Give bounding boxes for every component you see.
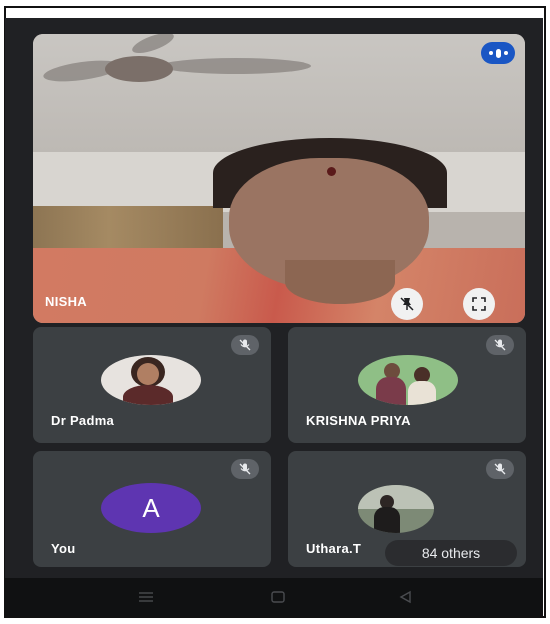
avatar	[358, 485, 434, 533]
participant-name: Dr Padma	[51, 413, 115, 428]
main-speaker-name: NISHA	[45, 294, 87, 309]
avatar	[358, 355, 458, 405]
mic-off-icon	[494, 463, 506, 475]
participant-tile[interactable]: KRISHNA PRIYA	[288, 327, 526, 443]
more-options-icon	[503, 51, 508, 55]
muted-indicator	[486, 459, 514, 479]
muted-indicator	[231, 335, 259, 355]
self-avatar: A	[101, 483, 201, 533]
ceiling-fan-hub	[105, 56, 173, 82]
participant-name: You	[51, 541, 76, 556]
participant-name: KRISHNA PRIYA	[306, 413, 411, 428]
unpin-icon	[400, 297, 414, 311]
others-count-button[interactable]: 84 others	[385, 540, 517, 566]
system-nav-bar	[5, 578, 543, 616]
meet-screen: NISHA Dr Padma KRISHNA PRIYA A You Uthar…	[5, 18, 543, 616]
ceiling-fan-blade	[161, 58, 311, 74]
video-background	[33, 34, 525, 152]
muted-indicator	[231, 459, 259, 479]
participant-tile[interactable]: Dr Padma	[33, 327, 271, 443]
muted-indicator	[486, 335, 514, 355]
avatar	[101, 355, 201, 405]
mic-off-icon	[494, 339, 506, 351]
video-bindi	[327, 167, 336, 176]
more-options-button[interactable]	[481, 42, 515, 64]
fullscreen-button[interactable]	[463, 288, 495, 320]
mic-off-icon	[239, 339, 251, 351]
fullscreen-icon	[472, 297, 486, 311]
participant-name: Uthara.T	[306, 541, 362, 556]
home-icon[interactable]	[269, 590, 287, 607]
more-options-icon	[495, 48, 501, 58]
recents-icon[interactable]	[137, 590, 155, 607]
more-options-icon	[488, 51, 493, 55]
main-speaker-tile[interactable]: NISHA	[33, 34, 525, 323]
unpin-button[interactable]	[391, 288, 423, 320]
self-tile[interactable]: A You	[33, 451, 271, 567]
video-neck	[285, 260, 395, 304]
back-icon[interactable]	[397, 590, 415, 607]
mic-off-icon	[239, 463, 251, 475]
